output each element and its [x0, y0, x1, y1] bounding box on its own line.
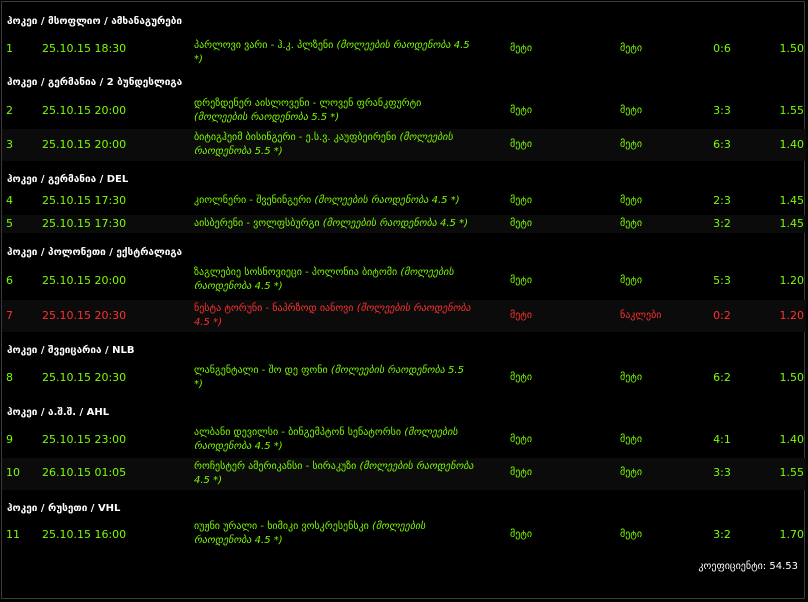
- odd: 1.50: [779, 371, 805, 384]
- score: 2:3: [713, 194, 731, 207]
- row-number: 9: [6, 433, 13, 446]
- match-name: როჩესტერ ამერიკანსი - სირაკუზი (მოლეების…: [194, 461, 474, 486]
- table-row[interactable]: 2 25.10.15 20:00 დრეზდენერ აისლოვენი - ლ…: [2, 97, 806, 127]
- prediction: მეტი: [510, 372, 533, 383]
- result: მეტი: [620, 434, 643, 445]
- section-title: ჰოკეი / რუსეთი / VHL: [7, 503, 121, 514]
- result: მეტი: [620, 139, 643, 150]
- table-row[interactable]: 3 25.10.15 20:00 ბიტიგჰეიმ ბისინგერი - ე…: [2, 129, 806, 161]
- table-row[interactable]: 8 25.10.15 20:30 ლანგენტალი - შო დე ფონი…: [2, 364, 806, 394]
- row-number: 11: [6, 528, 20, 541]
- score: 6:3: [713, 138, 731, 151]
- odd: 1.45: [779, 217, 805, 230]
- table-row[interactable]: 1 25.10.15 18:30 პარლოვი ვარი - ჰ.კ. პლზ…: [2, 39, 806, 69]
- prediction: მეტი: [510, 434, 533, 445]
- match-date: 25.10.15 23:00: [42, 433, 127, 446]
- coupon-table: ჰოკეი / მსოფლიო / ამხანაგურები 1 25.10.1…: [1, 1, 806, 599]
- table-row[interactable]: 9 25.10.15 23:00 ალბანი დევილსი - ბინგემ…: [2, 426, 806, 456]
- result: მეტი: [620, 218, 643, 229]
- result: მეტი: [620, 529, 643, 540]
- row-number: 3: [6, 138, 13, 151]
- match-date: 25.10.15 17:30: [42, 194, 127, 207]
- row-number: 5: [6, 217, 13, 230]
- score: 6:2: [713, 371, 731, 384]
- match-date: 26.10.15 01:05: [42, 466, 127, 479]
- result: მეტი: [620, 43, 643, 54]
- odd: 1.50: [779, 42, 805, 55]
- score: 3:3: [713, 104, 731, 117]
- row-number: 10: [6, 466, 20, 479]
- score: 3:2: [713, 528, 731, 541]
- match-name: პარლოვი ვარი - ჰ.კ. პლზენი (მოლეების რაო…: [194, 40, 470, 65]
- row-number: 7: [6, 309, 13, 322]
- row-number: 4: [6, 194, 13, 207]
- score: 3:3: [713, 466, 731, 479]
- score: 5:3: [713, 274, 731, 287]
- match-date: 25.10.15 20:30: [42, 371, 127, 384]
- table-row[interactable]: 11 25.10.15 16:00 იუჟნი ურალი - ხიმიკი ვ…: [2, 520, 806, 550]
- total-odds-value: 54.53: [769, 561, 798, 572]
- match-date: 25.10.15 20:00: [42, 138, 127, 151]
- match-name: ალბანი დევილსი - ბინგემპტონ სენატორსი (მ…: [194, 427, 458, 452]
- section-title: ჰოკეი / პოლონეთი / ექსტრალიგა: [7, 247, 183, 258]
- prediction: მეტი: [510, 467, 533, 478]
- score: 0:6: [713, 42, 731, 55]
- match-name: ლანგენტალი - შო დე ფონი (მოლეების რაოდენ…: [194, 365, 464, 390]
- match-date: 25.10.15 20:00: [42, 104, 127, 117]
- table-row[interactable]: 4 25.10.15 17:30 კიოლნერი - შვენინგერი (…: [2, 194, 806, 210]
- table-row[interactable]: 7 25.10.15 20:30 ნესტა ტორუნი - ნაპრზოდ …: [2, 300, 806, 332]
- match-name: ბიტიგჰეიმ ბისინგერი - ე.ს.ვ. კაუფბეირენი…: [194, 132, 453, 157]
- prediction: მეტი: [510, 43, 533, 54]
- match-name: დრეზდენერ აისლოვენი - ლოვენ ფრანკფურტი (…: [194, 98, 422, 123]
- table-row[interactable]: 6 25.10.15 20:00 ზაგლებიე სოსნოვიეცი - პ…: [2, 266, 806, 296]
- prediction: მეტი: [510, 218, 533, 229]
- match-date: 25.10.15 17:30: [42, 217, 127, 230]
- result: მეტი: [620, 195, 643, 206]
- section-title: ჰოკეი / შვეიცარია / NLB: [7, 345, 135, 356]
- odd: 1.45: [779, 194, 805, 207]
- section-title: ჰოკეი / გერმანია / 2 ბუნდესლიგა: [7, 77, 183, 88]
- prediction: მეტი: [510, 139, 533, 150]
- section-title: ჰოკეი / გერმანია / DEL: [7, 174, 129, 185]
- result: მეტი: [620, 372, 643, 383]
- result: ნაკლები: [620, 310, 662, 321]
- match-name: ზაგლებიე სოსნოვიეცი - პოლონია ბიტომი (მო…: [194, 267, 454, 292]
- odd: 1.40: [779, 138, 805, 151]
- odd: 1.55: [779, 466, 805, 479]
- match-name: კიოლნერი - შვენინგერი (მოლეების რაოდენობ…: [194, 195, 460, 206]
- total-odds-label: კოეფიციენტი:: [698, 561, 767, 572]
- row-number: 1: [6, 42, 13, 55]
- match-date: 25.10.15 20:00: [42, 274, 127, 287]
- prediction: მეტი: [510, 529, 533, 540]
- row-number: 2: [6, 104, 13, 117]
- row-number: 6: [6, 274, 13, 287]
- odd: 1.20: [779, 309, 805, 322]
- prediction: მეტი: [510, 275, 533, 286]
- result: მეტი: [620, 275, 643, 286]
- odd: 1.55: [779, 104, 805, 117]
- prediction: მეტი: [510, 310, 533, 321]
- match-date: 25.10.15 20:30: [42, 309, 127, 322]
- match-name: აისბერენი - ვოლფსბურგი (მოლეების რაოდენო…: [194, 218, 468, 229]
- section-title: ჰოკეი / ა.შ.შ. / AHL: [7, 407, 110, 418]
- result: მეტი: [620, 105, 643, 116]
- score: 0:2: [713, 309, 731, 322]
- match-name: ნესტა ტორუნი - ნაპრზოდ იანოვი (მოლეების …: [194, 303, 471, 328]
- odd: 1.70: [779, 528, 805, 541]
- result: მეტი: [620, 467, 643, 478]
- score: 3:2: [713, 217, 731, 230]
- section-title: ჰოკეი / მსოფლიო / ამხანაგურები: [7, 16, 183, 27]
- row-number: 8: [6, 371, 13, 384]
- table-row[interactable]: 10 26.10.15 01:05 როჩესტერ ამერიკანსი - …: [2, 458, 806, 490]
- odd: 1.20: [779, 274, 805, 287]
- table-row[interactable]: 5 25.10.15 17:30 აისბერენი - ვოლფსბურგი …: [2, 215, 806, 233]
- prediction: მეტი: [510, 195, 533, 206]
- match-date: 25.10.15 16:00: [42, 528, 127, 541]
- score: 4:1: [713, 433, 731, 446]
- prediction: მეტი: [510, 105, 533, 116]
- match-name: იუჟნი ურალი - ხიმიკი ვოსკრესენსკი (მოლეე…: [194, 521, 426, 546]
- total-odds: კოეფიციენტი: 54.53: [698, 561, 798, 572]
- match-date: 25.10.15 18:30: [42, 42, 127, 55]
- odd: 1.40: [779, 433, 805, 446]
